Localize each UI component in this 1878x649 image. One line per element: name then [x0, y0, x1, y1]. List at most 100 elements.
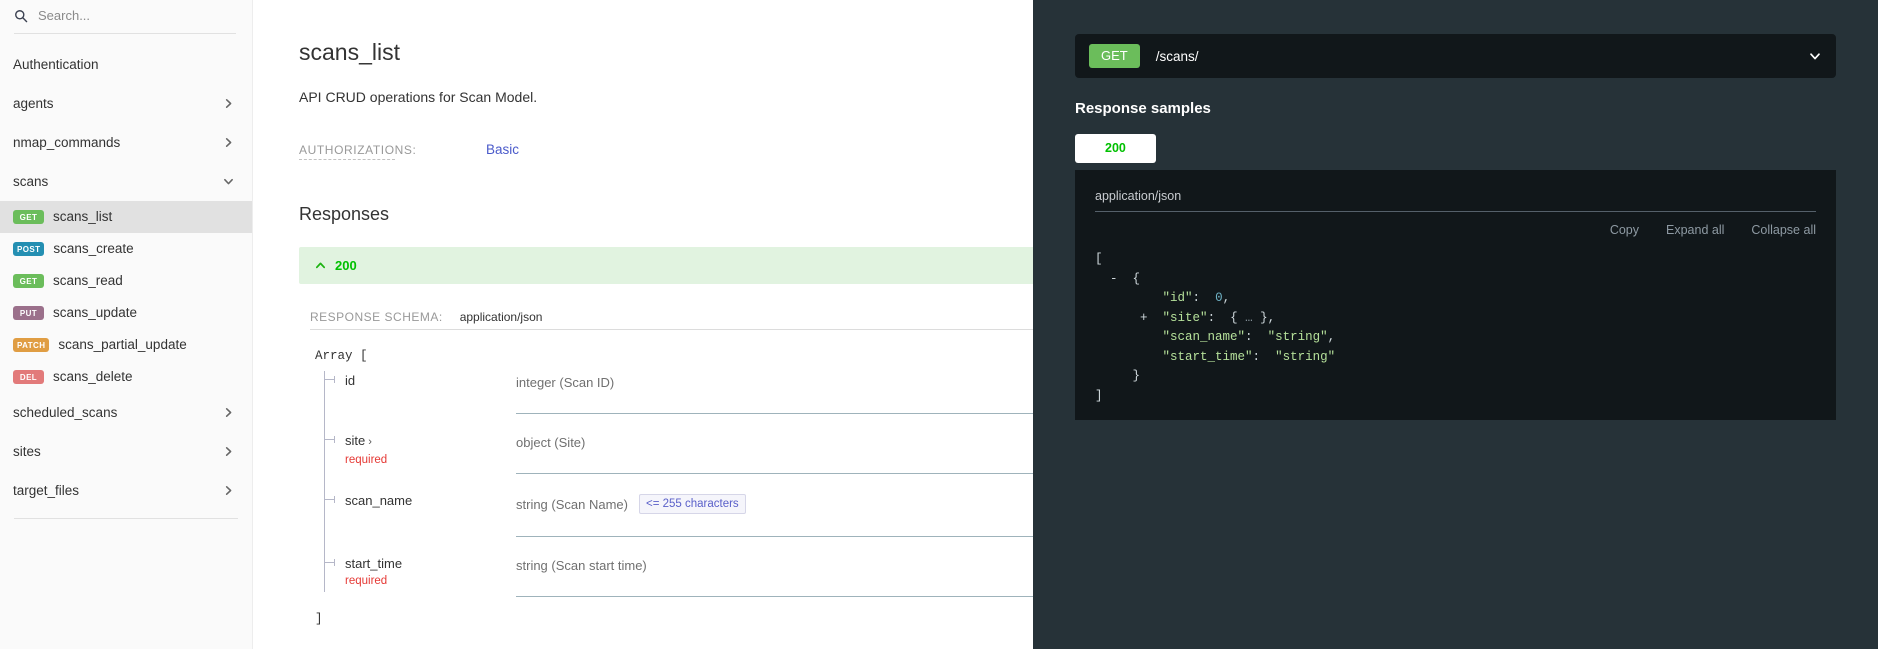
field-name-col: scan_name	[324, 492, 516, 509]
field-name-col: id	[324, 372, 516, 389]
sidebar-item-label: sites	[13, 444, 41, 459]
response-200-header[interactable]: 200	[299, 247, 1033, 284]
sidebar-item-label: scans_list	[53, 209, 113, 224]
array-open-bracket: Array [	[315, 349, 368, 363]
sidebar-item-scans-create[interactable]: POST scans_create	[0, 233, 252, 265]
tab-200[interactable]: 200	[1075, 134, 1156, 163]
chevron-right-icon	[223, 485, 234, 496]
authorizations-label: AUTHORIZATIONS:	[299, 143, 416, 160]
schema-field-tree: id integer (Scan ID) site › required obj…	[324, 363, 1033, 606]
code-tools: Copy Expand all Collapse all	[1095, 223, 1816, 237]
field-type-col: string (Scan start time)	[516, 555, 1033, 597]
method-badge: GET	[1089, 44, 1140, 68]
array-close-bracket: ]	[315, 612, 323, 626]
response-schema-label: RESPONSE SCHEMA:	[310, 310, 443, 324]
sidebar-item-nmap-commands[interactable]: nmap_commands	[0, 123, 252, 162]
sidebar-divider	[14, 518, 238, 519]
status-badge: 200	[335, 258, 357, 273]
field-type: object (Site)	[516, 435, 586, 450]
field-constraint-badge: <= 255 characters	[638, 494, 746, 514]
field-name: start_time	[345, 556, 403, 571]
operation-description: API CRUD operations for Scan Model.	[299, 89, 538, 105]
chevron-right-icon	[223, 98, 234, 109]
right-panel: GET /scans/ Response samples 200 applica…	[1033, 0, 1878, 649]
response-sample-tabbar: 200	[1075, 134, 1836, 163]
code-sample-panel: application/json Copy Expand all Collaps…	[1075, 170, 1836, 420]
sidebar: Authentication agents nmap_commands scan…	[0, 0, 253, 649]
sidebar-item-label: scheduled_scans	[13, 405, 118, 420]
copy-button[interactable]: Copy	[1610, 223, 1639, 237]
method-badge: PATCH	[13, 338, 50, 352]
json-code-block[interactable]: [ - { "id": 0, + "site": { … }, "scan_na…	[1095, 250, 1816, 406]
field-required-label: required	[345, 575, 388, 587]
sidebar-item-scans-partial-update[interactable]: PATCH scans_partial_update	[0, 329, 252, 361]
search-input[interactable]	[38, 8, 218, 23]
field-required-label: required	[345, 454, 388, 466]
search-row[interactable]	[0, 0, 252, 35]
sidebar-item-label: Authentication	[13, 57, 99, 72]
tree-elbow-icon	[324, 436, 335, 443]
sidebar-item-label: scans_partial_update	[58, 337, 187, 352]
endpoint-path: /scans/	[1155, 48, 1199, 64]
sidebar-item-label: scans_delete	[53, 369, 133, 384]
field-name-col: site › required	[324, 432, 516, 468]
field-type: integer (Scan ID)	[516, 375, 615, 390]
field-name-expandable[interactable]: site ›	[345, 432, 516, 451]
sidebar-item-label: agents	[13, 96, 54, 111]
field-name: site	[345, 433, 366, 448]
sidebar-item-authentication[interactable]: Authentication	[0, 45, 252, 84]
sidebar-item-scans-list[interactable]: GET scans_list	[0, 201, 252, 233]
sidebar-item-scans-delete[interactable]: DEL scans_delete	[0, 361, 252, 393]
collapse-all-button[interactable]: Collapse all	[1751, 223, 1816, 237]
chevron-down-icon[interactable]	[1808, 49, 1822, 63]
sidebar-item-scans-update[interactable]: PUT scans_update	[0, 297, 252, 329]
tree-elbow-icon	[324, 559, 335, 566]
chevron-up-icon	[315, 260, 326, 271]
authorizations-value[interactable]: Basic	[486, 142, 519, 157]
sidebar-item-scans-read[interactable]: GET scans_read	[0, 265, 252, 297]
field-type-col: string (Scan Name) <= 255 characters	[516, 492, 1033, 537]
expand-all-button[interactable]: Expand all	[1666, 223, 1724, 237]
sidebar-item-label: target_files	[13, 483, 80, 498]
sidebar-item-label: scans_update	[53, 305, 138, 320]
sidebar-nav: Authentication agents nmap_commands scan…	[0, 35, 252, 519]
response-schema-header: RESPONSE SCHEMA: application/json	[310, 310, 1033, 330]
method-badge: POST	[13, 242, 45, 256]
schema-field-row: start_time required string (Scan start t…	[324, 546, 1033, 606]
field-name: id	[345, 373, 356, 388]
method-badge: DEL	[13, 370, 44, 384]
response-samples-title: Response samples	[1075, 100, 1211, 117]
sidebar-item-target-files[interactable]: target_files	[0, 471, 252, 510]
field-name: scan_name	[345, 493, 413, 508]
tree-elbow-icon	[324, 376, 335, 383]
mime-type: application/json	[1095, 189, 1182, 203]
method-badge: PUT	[13, 306, 44, 320]
chevron-down-icon	[223, 176, 234, 187]
sidebar-item-scheduled-scans[interactable]: scheduled_scans	[0, 393, 252, 432]
chevron-right-icon	[223, 446, 234, 457]
field-type-col: object (Site)	[516, 432, 1033, 474]
sidebar-item-scans[interactable]: scans	[0, 162, 252, 201]
sidebar-item-agents[interactable]: agents	[0, 84, 252, 123]
field-name-col: start_time required	[324, 555, 516, 589]
schema-field-row: id integer (Scan ID)	[324, 363, 1033, 423]
schema-field-row: scan_name string (Scan Name) <= 255 char…	[324, 483, 1033, 546]
chevron-right-icon[interactable]: ›	[368, 436, 372, 448]
mime-row: application/json	[1095, 187, 1816, 212]
sidebar-item-sites[interactable]: sites	[0, 432, 252, 471]
main-content: scans_list API CRUD operations for Scan …	[253, 0, 1033, 649]
sidebar-item-label: scans_read	[53, 273, 123, 288]
chevron-right-icon	[223, 137, 234, 148]
sidebar-item-label: scans	[13, 174, 49, 189]
method-badge: GET	[13, 274, 44, 288]
search-underline	[14, 33, 236, 34]
sidebar-item-label: scans_create	[53, 241, 134, 256]
page-title: scans_list	[299, 39, 400, 65]
endpoint-bar[interactable]: GET /scans/	[1075, 34, 1836, 78]
authorizations-row: AUTHORIZATIONS: Basic	[299, 142, 993, 160]
method-badge: GET	[13, 210, 44, 224]
field-type-col: integer (Scan ID)	[516, 372, 1033, 414]
responses-heading: Responses	[299, 204, 390, 224]
redoc-app: Authentication agents nmap_commands scan…	[0, 0, 1878, 649]
search-icon	[14, 9, 28, 23]
